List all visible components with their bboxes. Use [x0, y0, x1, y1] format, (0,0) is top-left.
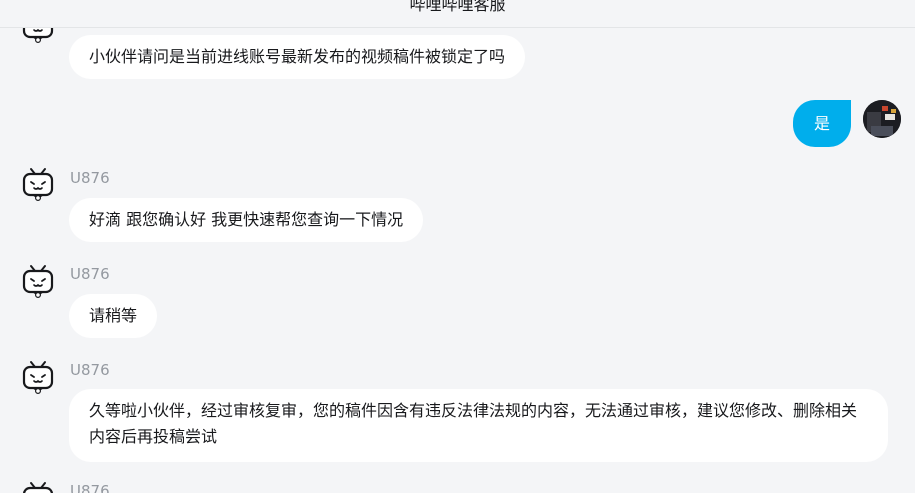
- agent-message-bubble: 好滴 跟您确认好 我更快速帮您查询一下情况: [69, 198, 424, 242]
- agent-avatar: [20, 359, 56, 395]
- user-message-bubble: 是: [793, 100, 851, 147]
- agent-avatar: [20, 480, 56, 493]
- sender-name: U876: [70, 265, 110, 283]
- agent-avatar: [20, 263, 56, 299]
- sender-name: U876: [70, 361, 110, 379]
- user-avatar[interactable]: [863, 100, 901, 138]
- agent-message-bubble: 请稍等: [69, 294, 158, 338]
- sender-name: U876: [70, 169, 110, 187]
- sender-name: U876: [70, 482, 110, 493]
- chat-header: 哔哩哔哩客服: [0, 0, 915, 28]
- agent-avatar: [20, 166, 56, 202]
- agent-message-bubble: 久等啦小伙伴，经过审核复审，您的稿件因含有违反法律法规的内容，无法通过审核，建议…: [69, 389, 888, 462]
- agent-message-bubble: 小伙伴请问是当前进线账号最新发布的视频稿件被锁定了吗: [69, 35, 526, 79]
- page-title: 哔哩哔哩客服: [409, 0, 506, 14]
